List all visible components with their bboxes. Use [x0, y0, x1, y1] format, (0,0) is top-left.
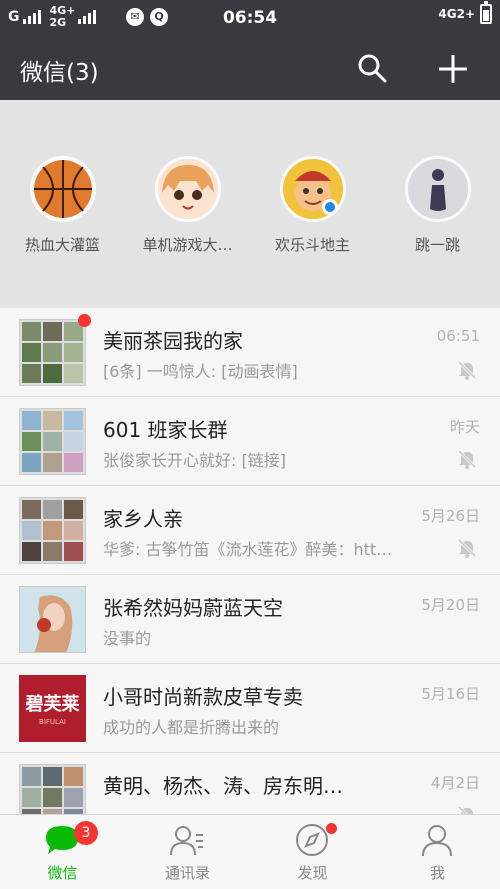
- tab-label: 通讯录: [164, 864, 210, 882]
- group-avatar: [19, 408, 86, 475]
- mini-program-item[interactable]: 欢乐斗地主: [250, 156, 375, 255]
- mini-program-label: 跳一跳: [414, 236, 460, 254]
- tab-contacts[interactable]: 通讯录: [125, 815, 250, 889]
- status-right: 4G2+: [438, 1, 492, 24]
- clock: 06:54: [222, 8, 278, 28]
- compass-icon: [296, 824, 328, 856]
- mini-program-label: 热血大灌篮: [24, 236, 100, 254]
- chat-row[interactable]: 601 班家长群 张俊家长开心就好: [链接] 昨天: [0, 397, 500, 486]
- group-avatar: [19, 764, 86, 814]
- tab-discover[interactable]: 发现: [250, 815, 375, 889]
- mini-program-item[interactable]: 跳一跳: [375, 156, 500, 255]
- cartoon-character-icon: [279, 156, 346, 222]
- unread-badge: 3: [74, 821, 98, 845]
- person-icon: [422, 825, 452, 857]
- battery-icon: [480, 1, 492, 24]
- chat-preview: 成功的人都是折腾出来的: [103, 718, 280, 737]
- chat-row[interactable]: 美丽茶园我的家 [6条] 一鸣惊人: [动画表情] 06:51: [0, 308, 500, 397]
- chat-title: 小哥时尚新款皮草专卖: [103, 685, 303, 709]
- mini-program-item[interactable]: 单机游戏大…: [125, 156, 250, 255]
- search-icon[interactable]: [356, 52, 388, 84]
- chat-preview: 张俊家长开心就好: [链接]: [103, 451, 286, 470]
- basketball-icon: [29, 156, 96, 222]
- jump-piece-icon: [404, 156, 471, 222]
- contact-avatar: [19, 586, 86, 653]
- chat-row[interactable]: 碧芙莱 BIFULAI 小哥时尚新款皮草专卖 成功的人都是折腾出来的 5月16日: [0, 664, 500, 753]
- chat-time: 06:51: [436, 327, 480, 345]
- tab-label: 发现: [297, 864, 328, 882]
- network-type-right: 4G2+: [438, 7, 475, 21]
- chat-time: 5月26日: [421, 507, 480, 525]
- mini-programs-panel: 热血大灌篮 单机游戏大… 欢乐斗地主 跳一跳: [0, 100, 500, 308]
- chat-title: 601 班家长群: [103, 418, 228, 442]
- chat-time: 昨天: [449, 418, 480, 436]
- group-avatar: [19, 319, 86, 386]
- group-avatar: [19, 497, 86, 564]
- mute-bell-icon: [457, 449, 477, 469]
- page-title: 微信(3): [20, 60, 99, 86]
- anime-girl-icon: [154, 156, 221, 222]
- chat-time: 4月2日: [430, 774, 480, 792]
- chat-row[interactable]: 家乡人亲 华爹: 古筝竹笛《流水莲花》醉美：htt… 5月26日: [0, 486, 500, 575]
- chat-preview: [6条] 一鸣惊人: [动画表情]: [103, 362, 298, 381]
- brand-avatar: 碧芙莱 BIFULAI: [19, 675, 86, 742]
- mini-program-item[interactable]: 热血大灌篮: [0, 156, 125, 255]
- chat-preview: 没事的: [103, 629, 152, 648]
- app-header: 微信(3): [0, 36, 500, 100]
- mini-program-label: 欢乐斗地主: [274, 236, 350, 254]
- mute-bell-icon: [457, 538, 477, 558]
- unread-dot: [78, 314, 91, 327]
- contacts-icon: [170, 826, 203, 856]
- chat-list: 美丽茶园我的家 [6条] 一鸣惊人: [动画表情] 06:51 601 班家长群…: [0, 308, 500, 814]
- status-bar: G 4G+ 2G ✉ Q 06:54 4G2+: [0, 0, 500, 36]
- chat-title: 家乡人亲: [103, 507, 183, 531]
- mute-bell-icon: [457, 805, 473, 814]
- mini-program-label: 单机游戏大…: [142, 236, 233, 254]
- mute-bell-icon: [457, 360, 477, 380]
- brand-logo-text: 碧芙莱: [25, 694, 80, 715]
- new-dot: [326, 823, 337, 834]
- chat-time: 5月20日: [421, 596, 480, 614]
- chat-time: 5月16日: [421, 685, 480, 703]
- brand-logo-sub: BIFULAI: [39, 718, 66, 726]
- chat-title: 张希然妈妈蔚蓝天空: [103, 596, 283, 620]
- chat-preview: 华爹: 古筝竹笛《流水莲花》醉美：htt…: [103, 540, 393, 559]
- chat-row[interactable]: 张希然妈妈蔚蓝天空 没事的 5月20日: [0, 575, 500, 664]
- chat-row[interactable]: 黄明、杨杰、涛、房东明… 4月2日: [0, 753, 500, 814]
- chat-title: 黄明、杨杰、涛、房东明…: [103, 774, 343, 798]
- tab-label: 我: [429, 864, 445, 882]
- bottom-tab-bar: 3 微信 通讯录 发现 我: [0, 814, 500, 889]
- chat-title: 美丽茶园我的家: [103, 329, 243, 353]
- tab-chats[interactable]: 3 微信: [0, 815, 125, 889]
- tab-label: 微信: [47, 864, 78, 882]
- tab-me[interactable]: 我: [375, 815, 500, 889]
- plus-icon[interactable]: [436, 52, 470, 86]
